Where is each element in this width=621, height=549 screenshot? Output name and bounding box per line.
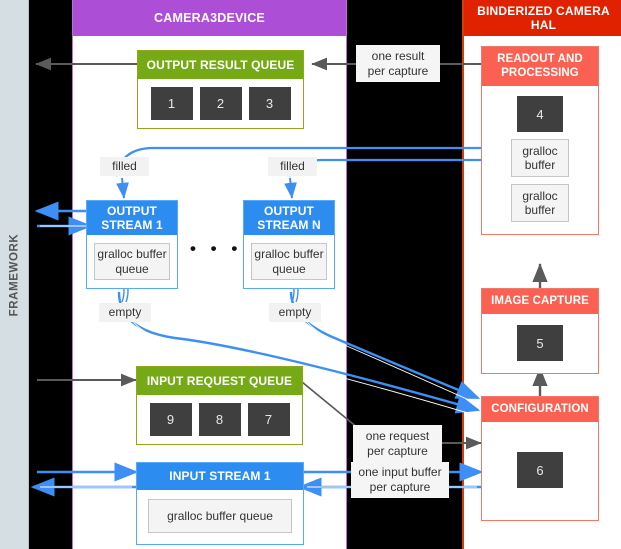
result-chip[interactable]: 2 xyxy=(199,87,242,120)
input-stream-1-body: gralloc buffer queue xyxy=(137,490,303,544)
output-stream-n-card[interactable]: OUTPUT STREAM N gralloc buffer queue xyxy=(243,200,335,289)
request-chip[interactable]: 8 xyxy=(198,403,241,436)
image-capture-title: IMAGE CAPTURE xyxy=(482,289,598,314)
annotation-one-request-per-capture: one request per capture xyxy=(353,425,442,462)
filled-label-streamn: filled xyxy=(268,157,317,176)
output-stream-1-card[interactable]: OUTPUT STREAM 1 gralloc buffer queue xyxy=(86,200,178,289)
configuration-body: 6 xyxy=(482,422,598,500)
input-stream-1-gralloc-queue: gralloc buffer queue xyxy=(148,499,292,533)
input-stream-1-card[interactable]: INPUT STREAM 1 gralloc buffer queue xyxy=(136,462,304,545)
readout-and-processing-card[interactable]: READOUT AND PROCESSING 4 gralloc buffer … xyxy=(481,46,599,235)
output-stream-1-title: OUTPUT STREAM 1 xyxy=(87,201,177,235)
input-stream-1-title: INPUT STREAM 1 xyxy=(137,463,303,490)
readout-and-processing-body: 4 gralloc buffer gralloc buffer xyxy=(482,86,598,234)
image-capture-body: 5 xyxy=(482,314,598,373)
diagram-canvas: FRAMEWORK CAMERA3DEVICE BINDERIZED CAMER… xyxy=(0,0,621,549)
configuration-title: CONFIGURATION xyxy=(482,397,598,422)
gralloc-buffer: gralloc buffer xyxy=(511,139,569,177)
image-capture-chip[interactable]: 5 xyxy=(517,325,563,361)
annotation-one-result-per-capture: one result per capture xyxy=(356,45,440,82)
readout-chip[interactable]: 4 xyxy=(517,96,563,132)
input-request-queue-chips: 9 8 7 xyxy=(137,395,302,444)
output-stream-n-body: gralloc buffer queue xyxy=(244,235,334,288)
output-result-queue-title: OUTPUT RESULT QUEUE xyxy=(138,51,303,79)
input-request-queue-title: INPUT REQUEST QUEUE xyxy=(137,367,302,395)
annotation-one-input-buffer-per-capture: one input buffer per capture xyxy=(351,462,449,498)
gralloc-buffer: gralloc buffer xyxy=(511,184,569,222)
output-result-queue-card[interactable]: OUTPUT RESULT QUEUE 1 2 3 xyxy=(137,50,304,129)
output-stream-1-gralloc-queue: gralloc buffer queue xyxy=(94,243,170,280)
image-capture-card[interactable]: IMAGE CAPTURE 5 xyxy=(481,288,599,374)
filled-label-stream1: filled xyxy=(100,157,149,176)
readout-and-processing-title: READOUT AND PROCESSING xyxy=(482,47,598,86)
request-chip[interactable]: 7 xyxy=(247,403,290,436)
hal-header: BINDERIZED CAMERA HAL xyxy=(464,0,621,36)
configuration-card[interactable]: CONFIGURATION 6 xyxy=(481,396,599,521)
result-chip[interactable]: 3 xyxy=(248,87,291,120)
configuration-chip[interactable]: 6 xyxy=(517,452,563,488)
streams-ellipsis: • • • xyxy=(190,239,243,258)
empty-label-streamn: empty xyxy=(269,303,321,322)
empty-label-stream1: empty xyxy=(99,303,151,322)
request-chip[interactable]: 9 xyxy=(149,403,192,436)
output-stream-n-gralloc-queue: gralloc buffer queue xyxy=(251,243,327,280)
output-stream-1-body: gralloc buffer queue xyxy=(87,235,177,288)
framework-panel: FRAMEWORK xyxy=(0,0,29,549)
output-result-queue-chips: 1 2 3 xyxy=(138,79,303,128)
input-request-queue-card[interactable]: INPUT REQUEST QUEUE 9 8 7 xyxy=(136,366,303,445)
result-chip[interactable]: 1 xyxy=(150,87,193,120)
camera3device-header: CAMERA3DEVICE xyxy=(73,0,346,36)
output-stream-n-title: OUTPUT STREAM N xyxy=(244,201,334,235)
framework-label: FRAMEWORK xyxy=(8,233,21,316)
